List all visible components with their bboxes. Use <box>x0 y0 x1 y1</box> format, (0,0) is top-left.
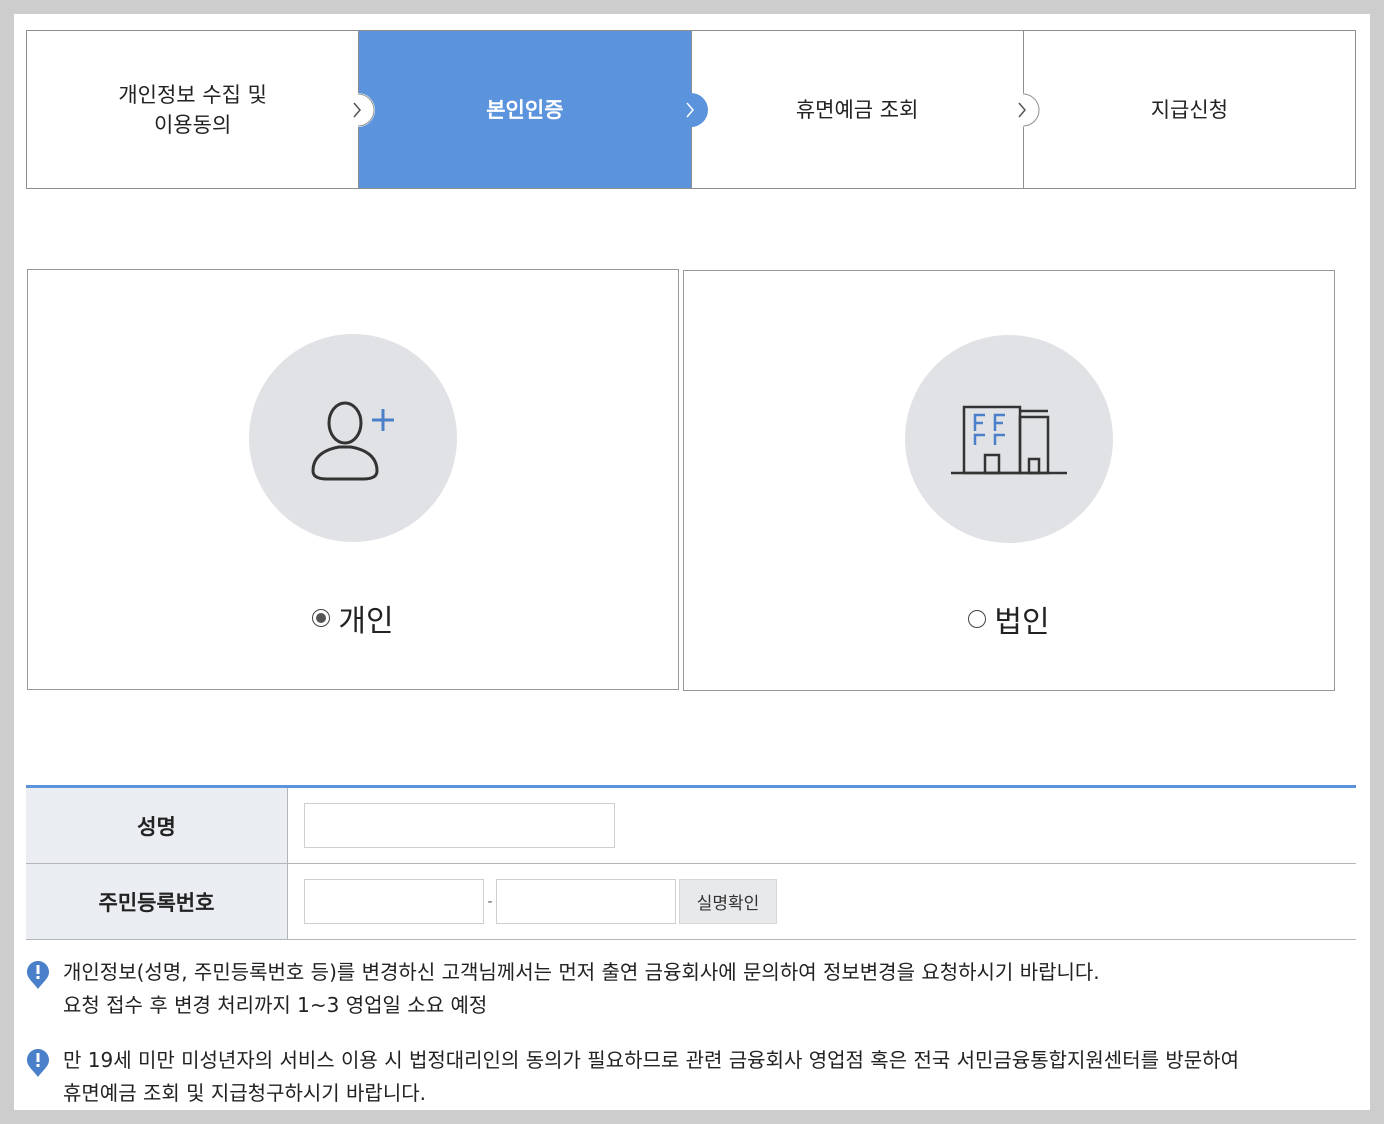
chevron-right-icon <box>1005 92 1040 127</box>
notice-line: 요청 접수 후 변경 처리까지 1~3 영업일 소요 예정 <box>63 993 488 1017</box>
step-identity-verification: 본인인증 <box>359 31 708 188</box>
notice-line: 개인정보(성명, 주민등록번호 등)를 변경하신 고객님께서는 먼저 출연 금융… <box>63 960 1100 984</box>
page: 개인정보 수집 및 이용동의 본인인증 휴면예금 조회 지급신청 개인 법인 성… <box>14 14 1370 1110</box>
exclamation-marker-icon <box>27 1049 49 1077</box>
name-input[interactable] <box>304 803 615 848</box>
building-icon <box>951 405 1067 475</box>
verification-form: 성명 주민등록번호 - 실명확인 <box>26 785 1356 940</box>
rrn-back-input[interactable] <box>496 879 676 924</box>
name-row: 성명 <box>26 788 1356 864</box>
rrn-cell: - 실명확인 <box>288 864 1356 939</box>
corporate-icon-circle <box>905 335 1113 543</box>
step-label: 휴면예금 조회 <box>795 97 919 122</box>
radio-selected-icon[interactable] <box>312 609 331 627</box>
step-dormant-deposit-inquiry: 휴면예금 조회 <box>692 31 1040 188</box>
user-add-icon <box>311 401 394 481</box>
step-label: 지급신청 <box>1150 97 1229 122</box>
name-label: 성명 <box>26 788 288 863</box>
chevron-right-icon <box>673 92 708 127</box>
notice-minor: 만 19세 미만 미성년자의 서비스 이용 시 법정대리인의 동의가 필요하므로… <box>26 1044 1239 1110</box>
personal-option-card[interactable]: 개인 <box>27 269 679 690</box>
notice-line: 만 19세 미만 미성년자의 서비스 이용 시 법정대리인의 동의가 필요하므로… <box>63 1048 1239 1072</box>
notice-line: 휴면예금 조회 및 지급청구하시기 바랍니다. <box>63 1081 426 1105</box>
radio-unselected-icon[interactable] <box>968 610 987 628</box>
corporate-radio[interactable]: 법인 <box>684 597 1334 641</box>
corporate-option-card[interactable]: 법인 <box>683 270 1335 691</box>
step-label: 본인인증 <box>486 97 564 122</box>
exclamation-marker-icon <box>27 961 49 989</box>
step-consent: 개인정보 수집 및 이용동의 <box>27 31 376 188</box>
rrn-front-input[interactable] <box>304 879 484 924</box>
rrn-row: 주민등록번호 - 실명확인 <box>26 864 1356 940</box>
personal-label: 개인 <box>338 604 394 639</box>
step-payment-request: 지급신청 <box>1024 31 1355 188</box>
rrn-label: 주민등록번호 <box>26 864 288 939</box>
corporate-label: 법인 <box>994 605 1050 640</box>
step-indicator: 개인정보 수집 및 이용동의 본인인증 휴면예금 조회 지급신청 <box>26 30 1356 189</box>
name-cell <box>288 788 1356 863</box>
notice-info-change: 개인정보(성명, 주민등록번호 등)를 변경하신 고객님께서는 먼저 출연 금융… <box>26 956 1100 1022</box>
verify-name-button[interactable]: 실명확인 <box>679 879 777 924</box>
personal-icon-circle <box>249 334 457 542</box>
chevron-right-icon <box>341 92 376 127</box>
personal-radio[interactable]: 개인 <box>28 596 678 640</box>
step-label: 개인정보 수집 및 이용동의 <box>118 82 267 137</box>
rrn-separator: - <box>487 893 493 910</box>
